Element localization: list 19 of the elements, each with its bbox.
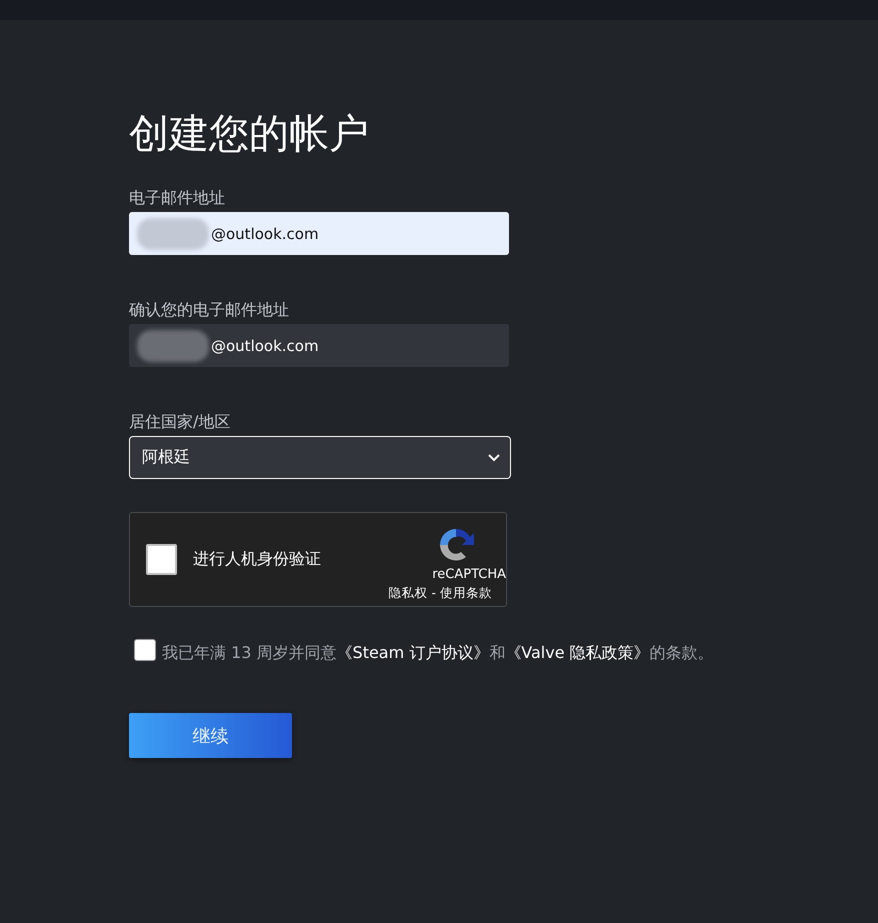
chevron-down-icon: [488, 454, 500, 462]
recaptcha-brand: reCAPTCHA: [432, 567, 506, 582]
captcha-checkbox[interactable]: [146, 544, 177, 575]
agreement-link[interactable]: 《Steam 订户协议》: [336, 643, 490, 662]
email-field[interactable]: @outlook.com: [129, 324, 509, 367]
redaction-blur: [137, 218, 209, 250]
field-label: 居住国家/地区: [129, 412, 232, 433]
redaction-blur: [137, 330, 209, 362]
page-title: 创建您的帐户: [129, 110, 370, 158]
country-select[interactable]: 阿根廷: [129, 436, 511, 479]
captcha-label: 进行人机身份验证: [193, 549, 321, 570]
agreement-text: 我已年满 13 周岁并同意《Steam 订户协议》和《Valve 隐私政策》的条款。: [162, 642, 714, 664]
captcha-terms: 隐私权 - 使用条款: [388, 585, 492, 602]
agree-checkbox[interactable]: [134, 639, 156, 661]
agreement-link[interactable]: 《Valve 隐私政策》: [505, 643, 650, 662]
field-label: 电子邮件地址: [129, 188, 226, 209]
email-field[interactable]: @outlook.com: [129, 212, 509, 255]
continue-button[interactable]: 继续: [129, 713, 292, 758]
field-label: 确认您的电子邮件地址: [129, 300, 290, 321]
